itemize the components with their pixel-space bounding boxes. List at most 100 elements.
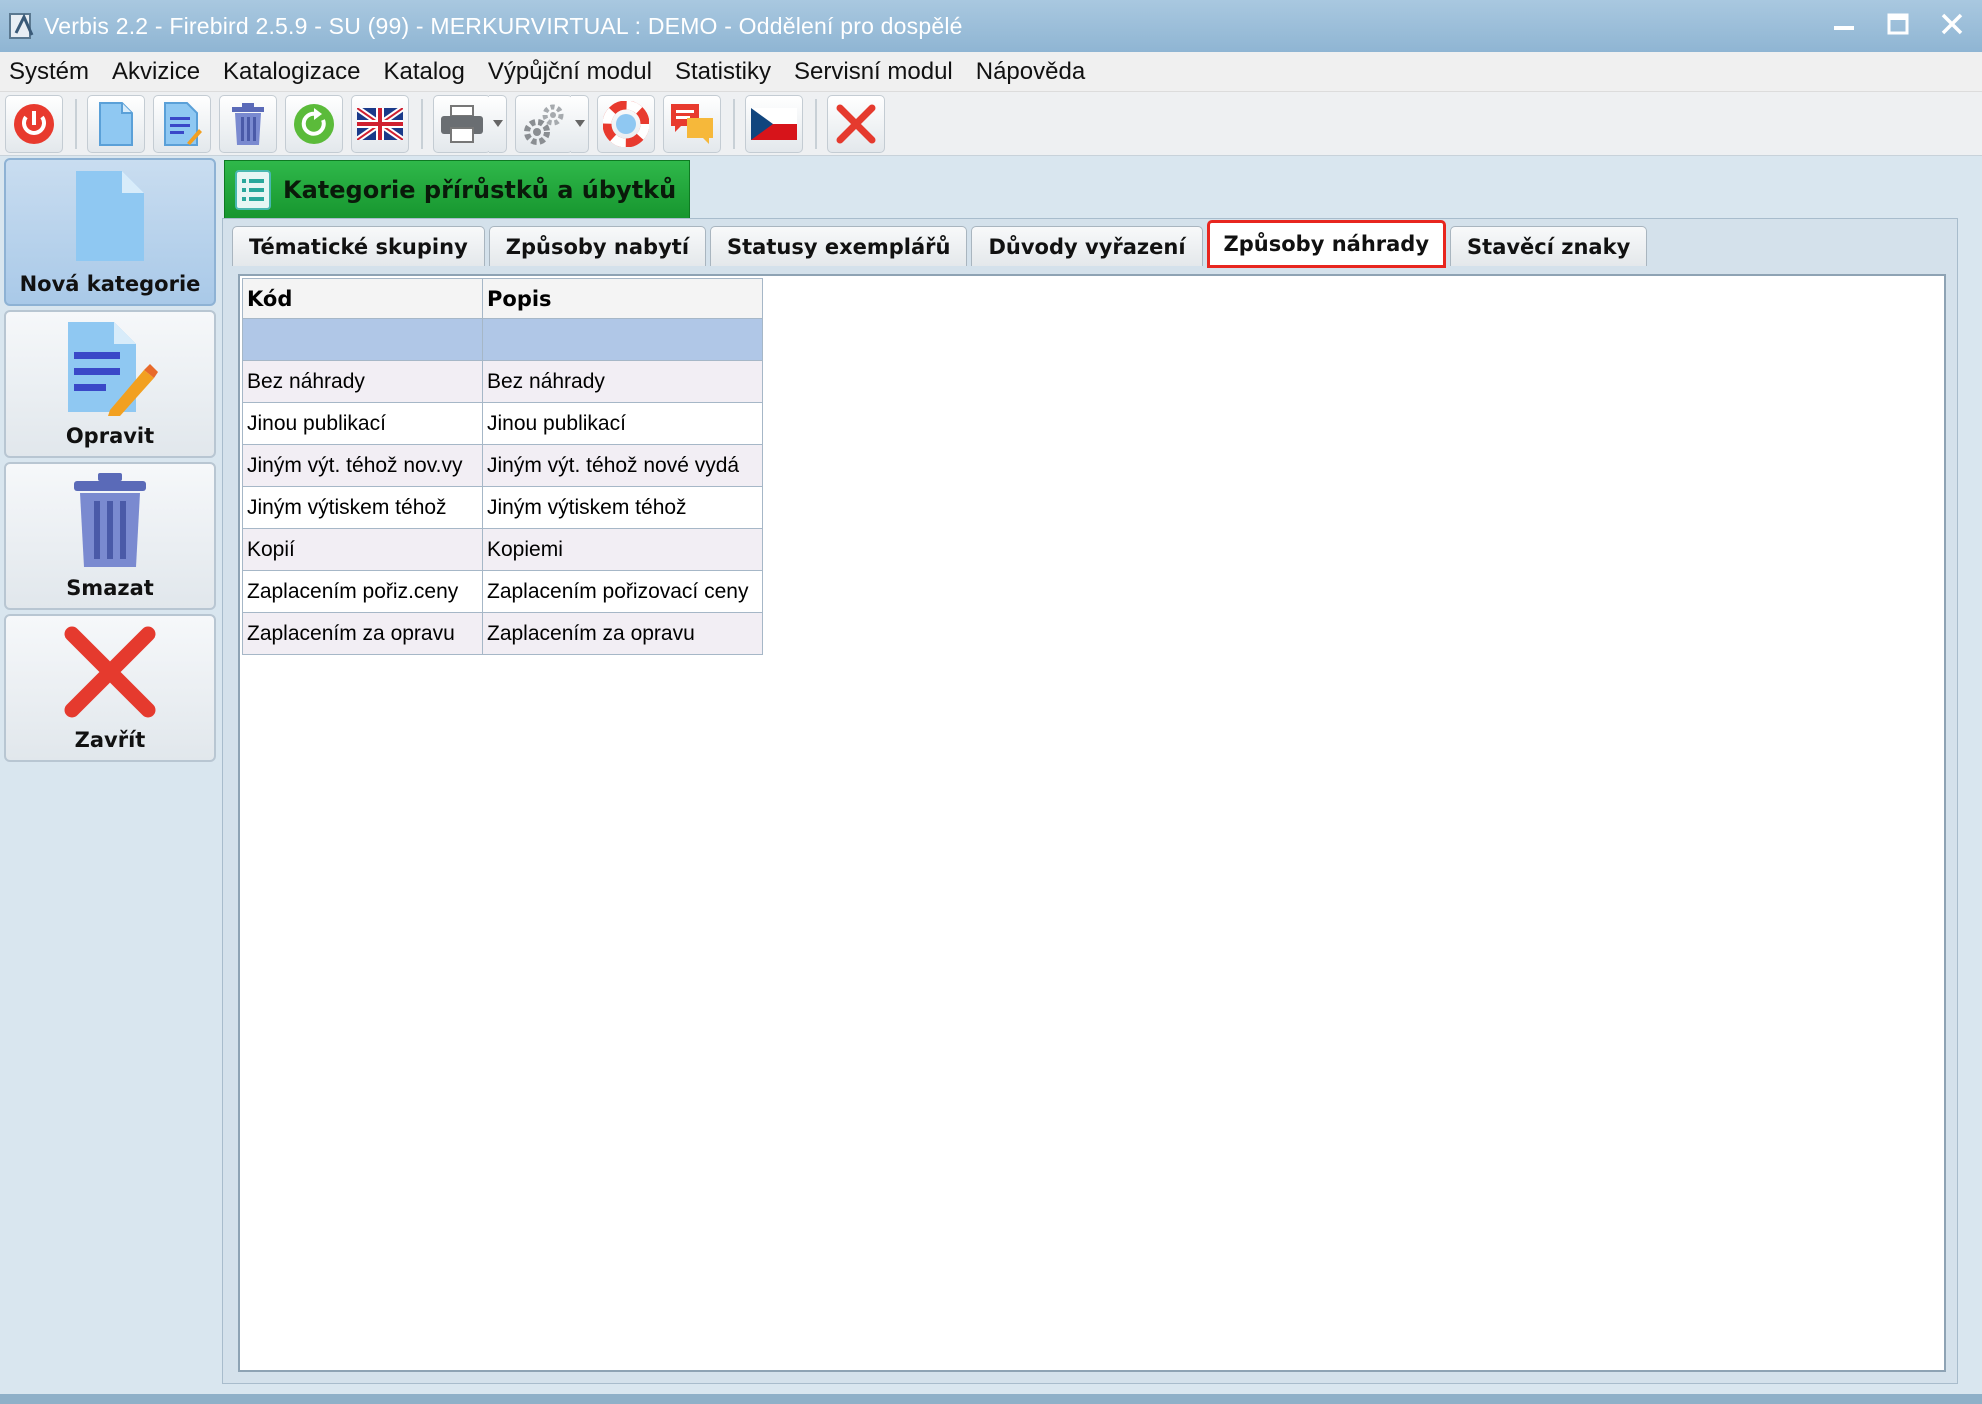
new-document-icon <box>76 171 144 261</box>
cell-popis[interactable]: Bez náhrady <box>482 360 763 403</box>
settings-button[interactable] <box>515 94 573 153</box>
refresh-button[interactable] <box>285 94 343 153</box>
column-header-kod[interactable]: Kód <box>242 278 483 319</box>
cell-popis[interactable]: Jiným výt. téhož nové vydá <box>482 444 763 487</box>
table-row[interactable]: Jinou publikací Jinou publikací <box>242 402 763 445</box>
edit-label: Opravit <box>65 424 155 448</box>
window-title: Verbis 2.2 - Firebird 2.5.9 - SU (99) - … <box>44 12 963 39</box>
menu-servisni-modul[interactable]: Servisní modul <box>785 58 967 86</box>
printer-icon <box>441 104 483 143</box>
cell-kod[interactable]: Kopií <box>242 528 483 571</box>
edit-document-button[interactable] <box>153 94 211 153</box>
toolbar-separator <box>75 98 77 149</box>
toolbar-separator <box>421 98 423 149</box>
panel-header: Kategorie přírůstků a úbytků <box>224 160 690 218</box>
toolbar-separator <box>733 98 735 149</box>
delete-button[interactable] <box>219 94 277 153</box>
toolbar <box>0 92 1982 156</box>
data-grid: Kód Popis Bez náhrady Bez náhrady Jinou … <box>242 278 763 655</box>
cell-popis[interactable]: Jinou publikací <box>482 402 763 445</box>
action-sidebar: Nová kategorie Opravit Smazat Zavřít <box>4 158 218 766</box>
cell-kod[interactable]: Jinou publikací <box>242 402 483 445</box>
cell-kod[interactable]: Zaplacením pořiz.ceny <box>242 570 483 613</box>
menu-katalog[interactable]: Katalog <box>374 58 478 86</box>
panel-title: Kategorie přírůstků a úbytků <box>283 175 677 204</box>
cell-kod[interactable]: Zaplacením za opravu <box>242 612 483 655</box>
tab-zpusoby-nabyti[interactable]: Způsoby nabytí <box>488 226 707 266</box>
title-bar: Verbis 2.2 - Firebird 2.5.9 - SU (99) - … <box>0 0 1982 52</box>
menu-katalogizace[interactable]: Katalogizace <box>214 58 374 86</box>
cell-popis[interactable]: Kopiemi <box>482 528 763 571</box>
table-row[interactable]: Jiným výt. téhož nov.vy Jiným výt. téhož… <box>242 444 763 487</box>
close-icon <box>64 626 156 718</box>
minimize-icon[interactable] <box>1828 8 1860 40</box>
table-row[interactable]: Zaplacením za opravu Zaplacením za oprav… <box>242 612 763 655</box>
menu-vypujcni-modul[interactable]: Výpůjční modul <box>479 58 666 86</box>
power-button[interactable] <box>5 94 63 153</box>
cell-kod[interactable]: Bez náhrady <box>242 360 483 403</box>
table-row[interactable] <box>242 318 763 361</box>
print-dropdown-button[interactable] <box>489 94 507 153</box>
chevron-down-icon <box>574 119 585 127</box>
status-bar <box>0 1394 1982 1404</box>
uk-flag-icon <box>357 107 403 140</box>
language-czech-button[interactable] <box>745 94 803 153</box>
cell-popis[interactable]: Zaplacením za opravu <box>482 612 763 655</box>
app-logo-icon <box>6 9 40 43</box>
help-button[interactable] <box>597 94 655 153</box>
cell-popis[interactable] <box>482 318 763 361</box>
menu-napoveda[interactable]: Nápověda <box>967 58 1099 86</box>
close-sidebar-button[interactable]: Zavřít <box>4 614 216 762</box>
delete-label: Smazat <box>66 576 154 600</box>
settings-dropdown-button[interactable] <box>571 94 589 153</box>
close-toolbar-button[interactable] <box>827 94 885 153</box>
tab-content: Kód Popis Bez náhrady Bez náhrady Jinou … <box>238 274 1946 1372</box>
cell-kod[interactable]: Jiným výtiskem téhož <box>242 486 483 529</box>
tab-statusy-exemplaru[interactable]: Statusy exemplářů <box>710 226 968 266</box>
cell-kod[interactable] <box>242 318 483 361</box>
maximize-icon[interactable] <box>1882 8 1914 40</box>
power-icon <box>14 103 54 144</box>
edit-document-icon <box>68 322 158 416</box>
trash-icon <box>232 102 264 145</box>
menu-system[interactable]: Systém <box>0 58 103 86</box>
toolbar-separator <box>815 98 817 149</box>
cell-kod[interactable]: Jiným výt. téhož nov.vy <box>242 444 483 487</box>
menu-bar: Systém Akvizice Katalogizace Katalog Výp… <box>0 52 1982 92</box>
refresh-icon <box>294 103 334 144</box>
messages-button[interactable] <box>663 94 721 153</box>
tab-bar: Tématické skupiny Způsoby nabytí Statusy… <box>232 220 1651 268</box>
settings-gear-icon <box>524 104 564 145</box>
cell-popis[interactable]: Zaplacením pořizovací ceny <box>482 570 763 613</box>
close-icon <box>836 104 876 143</box>
new-category-label: Nová kategorie <box>19 272 201 296</box>
language-english-button[interactable] <box>351 94 409 153</box>
list-icon <box>235 169 271 210</box>
czech-flag-icon <box>751 107 797 140</box>
tab-stavecí-znaky[interactable]: Stavěcí znaky <box>1450 226 1648 266</box>
table-row[interactable]: Kopií Kopiemi <box>242 528 763 571</box>
help-lifebuoy-icon <box>603 100 649 147</box>
edit-document-icon <box>164 101 202 146</box>
delete-sidebar-button[interactable]: Smazat <box>4 462 216 610</box>
new-document-icon <box>99 101 133 146</box>
close-window-icon[interactable] <box>1936 8 1968 40</box>
new-category-button[interactable]: Nová kategorie <box>4 158 216 306</box>
table-row[interactable]: Zaplacením pořiz.ceny Zaplacením pořizov… <box>242 570 763 613</box>
column-header-popis[interactable]: Popis <box>482 278 763 319</box>
tab-duvody-vyrazeni[interactable]: Důvody vyřazení <box>971 226 1203 266</box>
tab-tematicke-skupiny[interactable]: Tématické skupiny <box>232 226 485 266</box>
edit-button[interactable]: Opravit <box>4 310 216 458</box>
chevron-down-icon <box>492 119 503 127</box>
cell-popis[interactable]: Jiným výtiskem téhož <box>482 486 763 529</box>
new-document-button[interactable] <box>87 94 145 153</box>
tab-zpusoby-nahrady[interactable]: Způsoby náhrady <box>1206 220 1447 268</box>
chat-icon <box>671 103 713 144</box>
table-header-row: Kód Popis <box>242 278 763 319</box>
menu-akvizice[interactable]: Akvizice <box>103 58 214 86</box>
print-button[interactable] <box>433 94 491 153</box>
table-row[interactable]: Jiným výtiskem téhož Jiným výtiskem tého… <box>242 486 763 529</box>
trash-icon <box>74 473 146 567</box>
table-row[interactable]: Bez náhrady Bez náhrady <box>242 360 763 403</box>
menu-statistiky[interactable]: Statistiky <box>666 58 785 86</box>
